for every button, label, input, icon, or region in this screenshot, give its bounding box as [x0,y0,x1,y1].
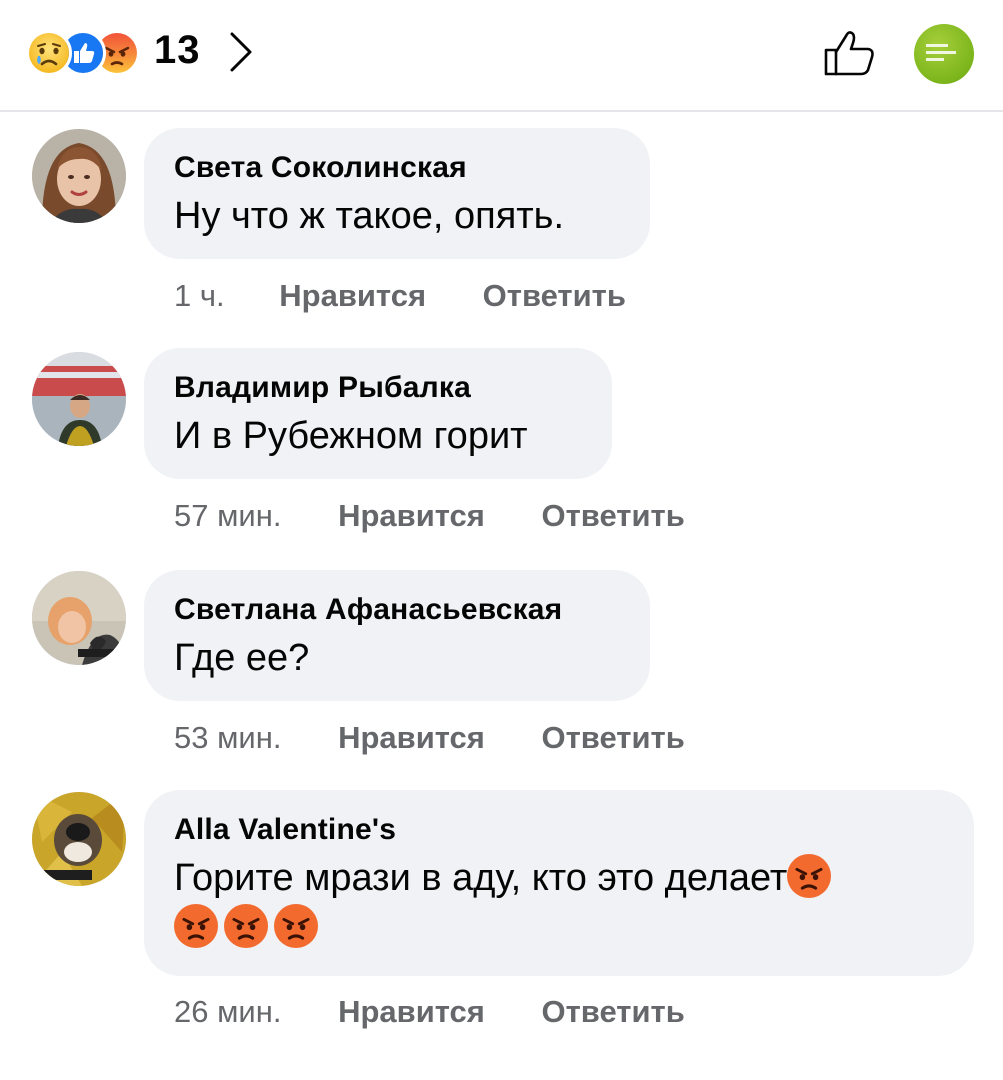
emoji-row [174,902,944,954]
site-logo-icon [914,24,974,84]
comment-time[interactable]: 57 мин. [174,498,281,534]
comment-actions: 57 мин. Нравится Ответить [174,498,685,534]
like-button[interactable]: Нравится [338,720,485,756]
reply-button[interactable]: Ответить [542,720,685,756]
avatar[interactable] [32,129,126,223]
comment-text: И в Рубежном горит [174,415,528,457]
comment-actions: 53 мин. Нравится Ответить [174,720,685,756]
reaction-count[interactable]: 13 [154,28,201,73]
comment-bubble[interactable]: Alla Valentine's Горите мрази в аду, кто… [144,790,974,976]
avatar[interactable] [32,352,126,446]
comment-time[interactable]: 53 мин. [174,720,281,756]
angry-face-icon [224,904,268,948]
comment-actions: 1 ч. Нравится Ответить [174,278,626,314]
reactions-header: 13 [0,0,1003,112]
comment-bubble[interactable]: Светлана Афанасьевская Где ее? [144,570,650,701]
reply-button[interactable]: Ответить [483,278,626,314]
angry-face-icon [174,904,218,948]
angry-face-icon [787,854,832,898]
reply-button[interactable]: Ответить [542,498,685,534]
chevron-right-icon[interactable] [228,30,254,74]
angry-face-icon [274,904,318,948]
comment-text-content: Горите мрази в аду, кто это делает [174,857,788,899]
reply-button[interactable]: Ответить [542,994,685,1030]
comment-text: Где ее? [174,637,310,679]
avatar[interactable] [32,571,126,665]
comment-bubble[interactable]: Владимир Рыбалка И в Рубежном горит [144,348,612,479]
comment-actions: 26 мин. Нравится Ответить [174,994,685,1030]
comment-author[interactable]: Alla Valentine's [174,812,944,848]
like-button[interactable]: Нравится [279,278,426,314]
reactions-summary[interactable] [26,30,146,76]
comment-text: Ну что ж такое, опять. [174,195,565,237]
comment-author[interactable]: Владимир Рыбалка [174,370,582,406]
comment-author[interactable]: Света Соколинская [174,150,620,186]
thumbs-up-outline-icon[interactable] [822,28,878,78]
comment-text: Горите мрази в аду, кто это делает [174,852,944,904]
like-button[interactable]: Нравится [338,498,485,534]
comment-author[interactable]: Светлана Афанасьевская [174,592,620,628]
like-button[interactable]: Нравится [338,994,485,1030]
comment-time[interactable]: 26 мин. [174,994,281,1030]
sad-reaction-icon [26,30,72,76]
comment-time[interactable]: 1 ч. [174,278,225,314]
avatar[interactable] [32,792,126,886]
comment-bubble[interactable]: Света Соколинская Ну что ж такое, опять. [144,128,650,259]
